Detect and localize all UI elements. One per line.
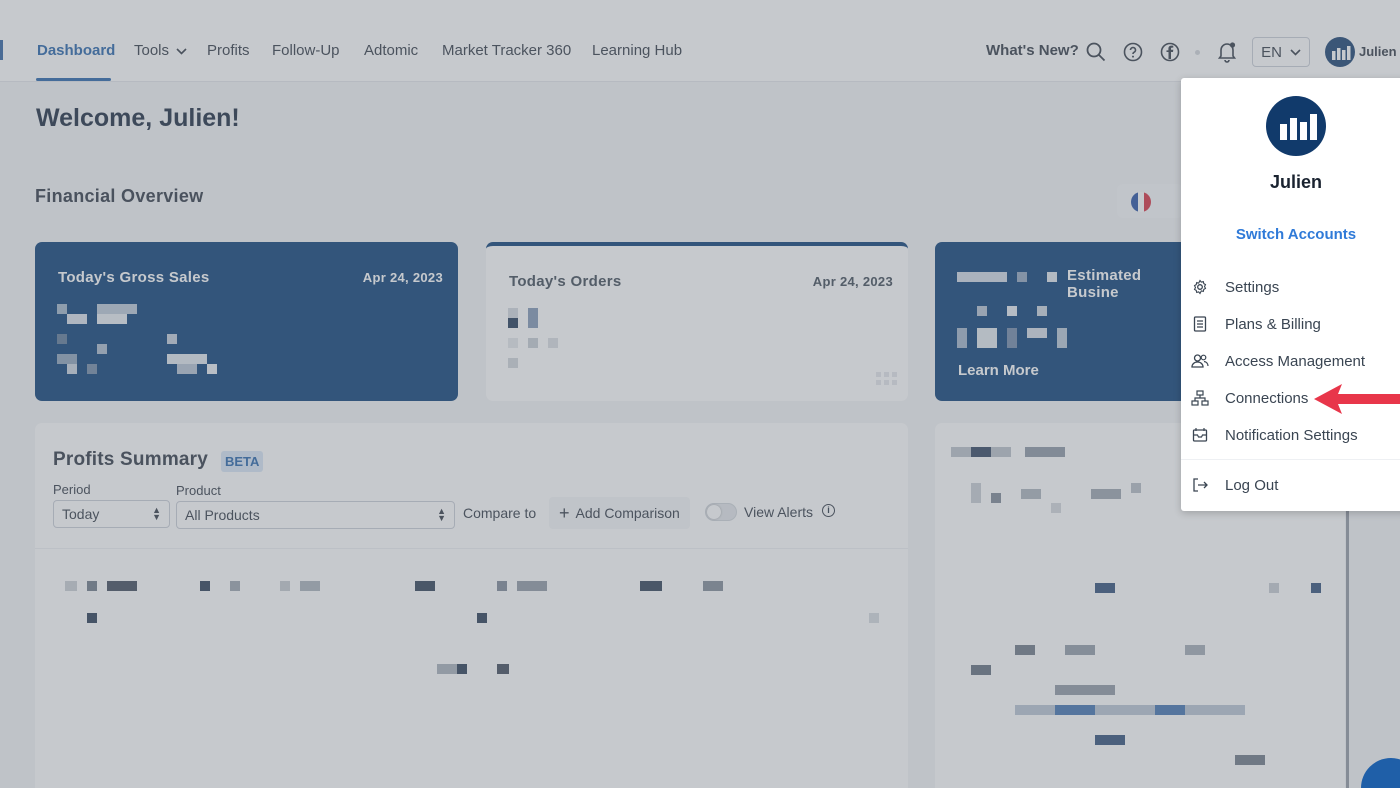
- card-title: Today's Gross Sales: [58, 269, 210, 286]
- menu-item-label: Settings: [1225, 278, 1280, 296]
- top-navigation: Dashboard Tools Profits Follow-Up Adtomi…: [0, 0, 1400, 82]
- add-comparison-button[interactable]: + Add Comparison: [549, 497, 690, 529]
- card-title: Estimated Busine: [1067, 267, 1142, 301]
- whats-new-link[interactable]: What's New?: [986, 42, 1079, 59]
- menu-item-label: Access Management: [1225, 352, 1366, 370]
- product-select[interactable]: All Products ▲ ▼: [176, 501, 455, 529]
- nav-adtomic[interactable]: Adtomic: [364, 42, 418, 59]
- nav-follow-up[interactable]: Follow-Up: [272, 42, 340, 59]
- menu-item-label: Connections: [1225, 389, 1309, 407]
- chevron-down-icon: [176, 48, 187, 55]
- nav-tools[interactable]: Tools: [134, 42, 187, 59]
- avatar[interactable]: [1325, 37, 1355, 67]
- search-icon[interactable]: [1085, 41, 1107, 63]
- nav-market-tracker[interactable]: Market Tracker 360: [442, 42, 571, 59]
- language-value: EN: [1261, 43, 1282, 61]
- chart-grid-icon: [876, 372, 897, 385]
- menu-item-label: Notification Settings: [1225, 426, 1358, 444]
- beta-badge: BETA: [221, 451, 264, 472]
- select-arrows-icon: ▲ ▼: [152, 505, 161, 522]
- menu-item-access-management[interactable]: Access Management: [1191, 348, 1365, 374]
- add-comparison-label: Add Comparison: [575, 505, 680, 521]
- gear-icon: [1191, 278, 1209, 296]
- financial-overview-title: Financial Overview: [35, 186, 204, 206]
- nav-learning-hub[interactable]: Learning Hub: [592, 42, 682, 59]
- estimated-business-card[interactable]: Estimated Busine Learn More: [935, 242, 1195, 401]
- product-label: Product: [176, 483, 221, 498]
- card-title: Today's Orders: [509, 273, 622, 290]
- welcome-heading: Welcome, Julien!: [36, 104, 240, 132]
- period-label: Period: [53, 482, 91, 497]
- gross-sales-card[interactable]: Today's Gross Sales Apr 24, 2023: [35, 242, 458, 401]
- learn-more-link[interactable]: Learn More: [958, 362, 1039, 379]
- menu-item-notification-settings[interactable]: Notification Settings: [1191, 422, 1358, 448]
- nav-profits[interactable]: Profits: [207, 42, 250, 59]
- logout-icon: [1191, 476, 1209, 494]
- users-icon: [1191, 352, 1209, 370]
- chevron-down-icon: [1290, 48, 1301, 56]
- menu-item-log-out[interactable]: Log Out: [1191, 472, 1278, 498]
- nav-dashboard[interactable]: Dashboard: [37, 42, 115, 59]
- profits-summary-panel: Profits Summary BETA Period Today ▲ ▼ Pro…: [35, 423, 908, 788]
- bell-icon[interactable]: [1216, 41, 1238, 63]
- menu-item-plans-billing[interactable]: Plans & Billing: [1191, 311, 1321, 337]
- plus-icon: +: [559, 502, 570, 523]
- separator-dot: [1195, 50, 1200, 55]
- product-value: All Products: [185, 507, 260, 523]
- user-name[interactable]: Julien: [1359, 44, 1397, 59]
- chat-button[interactable]: [1361, 758, 1400, 788]
- menu-divider: [1181, 459, 1400, 460]
- profits-summary-title: Profits Summary: [53, 449, 209, 470]
- menu-user-name: Julien: [1269, 172, 1322, 192]
- language-select[interactable]: EN: [1252, 37, 1310, 67]
- menu-item-settings[interactable]: Settings: [1191, 274, 1279, 300]
- user-menu-dropdown: Julien Switch Accounts Settings Plans & …: [1181, 78, 1400, 511]
- select-arrows-icon: ▲ ▼: [437, 506, 446, 523]
- view-alerts-toggle[interactable]: [705, 503, 737, 521]
- menu-item-label: Log Out: [1225, 476, 1279, 494]
- envelope-icon: [1191, 426, 1209, 444]
- info-icon[interactable]: i: [822, 504, 835, 517]
- document-icon: [1191, 315, 1209, 333]
- active-tab-indicator: [36, 78, 111, 81]
- facebook-icon[interactable]: [1159, 41, 1181, 63]
- annotation-arrow-icon: [1314, 384, 1400, 414]
- avatar: [1266, 96, 1326, 156]
- scrollbar[interactable]: [1346, 510, 1349, 788]
- nav-tools-label: Tools: [134, 42, 170, 59]
- switch-accounts-link[interactable]: Switch Accounts: [1181, 226, 1400, 243]
- network-icon: [1191, 389, 1209, 407]
- period-value: Today: [62, 506, 100, 522]
- help-icon[interactable]: [1122, 41, 1144, 63]
- divider: [35, 548, 908, 549]
- toggle-knob: [707, 505, 721, 519]
- menu-item-label: Plans & Billing: [1225, 315, 1321, 333]
- france-flag-icon: [1131, 192, 1151, 212]
- logo-edge: [0, 40, 3, 60]
- menu-item-connections[interactable]: Connections: [1191, 385, 1308, 411]
- period-select[interactable]: Today ▲ ▼: [53, 500, 170, 528]
- card-date: Apr 24, 2023: [812, 274, 893, 289]
- view-alerts-label: View Alerts: [744, 504, 813, 520]
- orders-card[interactable]: Today's Orders Apr 24, 2023: [486, 242, 908, 401]
- card-date: Apr 24, 2023: [362, 270, 443, 285]
- compare-to-label: Compare to: [463, 505, 537, 521]
